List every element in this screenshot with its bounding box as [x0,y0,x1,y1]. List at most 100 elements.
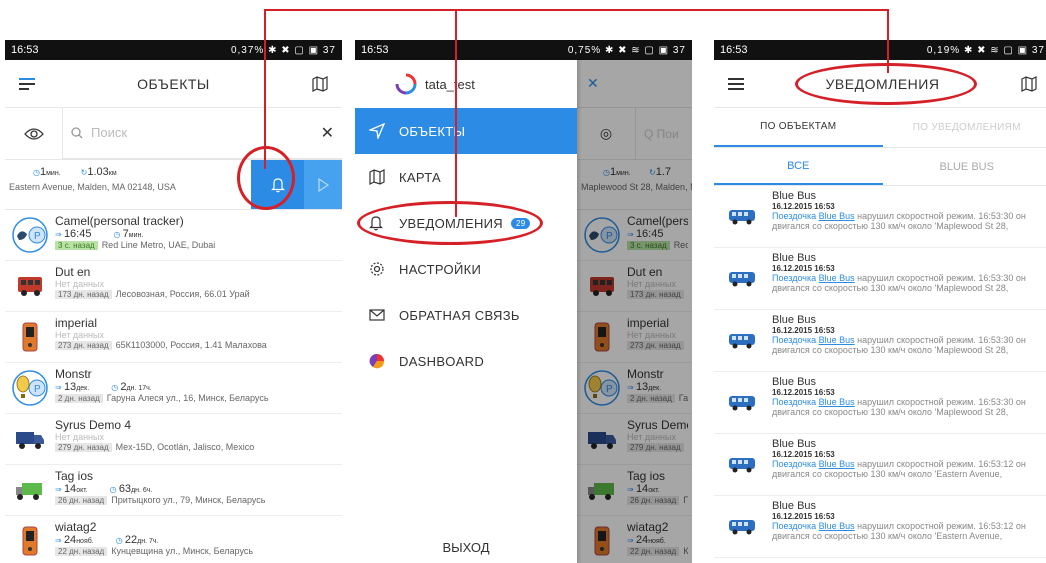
blue-bus-icon [718,252,766,306]
notification-item[interactable]: Blue Bus 16.12.2015 16:53 Поездочка Blue B… [714,186,1046,248]
notification-date: 16.12.2015 16:53 [772,388,835,397]
filter-tabs: ВСЕ BLUE BUS [714,148,1046,186]
notification-message-line2: двигался со скоростью 130 км/ч около 'Ma… [772,407,1009,417]
notification-message: нарушил скоростной режим. 16:53:30 он [854,211,1026,221]
search-input[interactable]: Поиск ✕ [63,108,342,160]
drawer-item-objects[interactable]: ОБЪЕКТЫ [355,108,577,154]
object-list-item[interactable]: Dut en Нет данных 173 дн. назад Лесовозная,… [5,261,342,312]
notification-object: Blue Bus [772,252,817,264]
notification-type: Поездочка [772,273,819,283]
blue-bus-icon [718,376,766,430]
eye-icon[interactable] [5,107,63,160]
bell-icon [270,177,285,192]
object-address: Кунцевщина ул., Минск, Беларусь [111,546,254,556]
object-name: Tag ios [55,469,94,483]
clear-icon[interactable]: ✕ [321,123,334,143]
notifications-button[interactable] [251,160,304,209]
drawer-item-label: ОБРАТНАЯ СВЯЗЬ [399,307,520,323]
object-duration: 63 [118,483,132,495]
notification-date: 16.12.2015 16:53 [772,202,835,211]
object-age-badge: 279 дн. назад [55,443,112,452]
object-list-item[interactable]: P Monstr ⇒ 13дек. ◷ 2дн. 17ч. 2 дн. назад Гар… [5,363,342,414]
play-button[interactable] [304,160,342,209]
tab-blue-bus[interactable]: BLUE BUS [883,148,1046,185]
logout-button[interactable]: ВЫХОД [355,540,577,555]
tab-by-notifications[interactable]: ПО УВЕДОМЛЕНИЯМ [883,108,1046,147]
app-logo-icon [395,73,417,95]
object-list-item[interactable]: imperial Нет данных 273 дн. назад 65К110300… [5,312,342,363]
notification-message-line2: двигался со скоростью 130 км/ч около 'Ea… [772,469,1003,479]
notification-object-link[interactable]: Blue Bus [819,459,855,469]
notification-item[interactable]: Blue Bus 16.12.2015 16:53 Поездочка Blue B… [714,372,1046,434]
tab-by-objects[interactable]: ПО ОБЪЕКТАМ [714,108,883,147]
annotation-top-line [264,9,889,11]
object-address: 65К1103000, Россия, 1.41 Малахова [115,340,267,350]
object-name: Dut en [55,265,91,279]
tab-all[interactable]: ВСЕ [714,148,883,185]
gear-icon [369,261,391,277]
object-list-item[interactable]: Tag ios ⇒ 14окт. ◷ 63дн. 6ч. 26 дн. назад Пр… [5,465,342,516]
drawer-scrim[interactable] [577,60,692,563]
object-last-time: 13 [63,381,77,393]
drawer-item-label: НАСТРОЙКИ [399,261,482,277]
notification-object-link[interactable]: Blue Bus [819,397,855,407]
blue-bus-icon [718,500,766,554]
object-address: Mex-15D, Ocotlán, Jalisco, Mexico [115,442,255,452]
green-truck-icon [9,469,51,511]
notification-message-line2: двигался со скоростью 130 км/ч около 'Ea… [772,531,1003,541]
objects-screen: 16:53 0,37% ✱ ✖ ▢ ▣ 37 ОБЪЕКТЫ Поиск ✕ ◷… [5,40,342,563]
notification-object-link[interactable]: Blue Bus [819,521,855,531]
notification-type: Поездочка [772,211,819,221]
notification-item[interactable]: Blue Bus 16.12.2015 16:53 Поездочка Blue B… [714,496,1046,558]
navigation-arrow-icon [369,123,391,139]
map-icon[interactable] [308,72,332,96]
drawer-menu: ОБЪЕКТЫ КАРТА УВЕДОМЛЕНИЯ 29 НАСТРОЙКИ ОБРАТН… [355,108,577,384]
drawer-item-notifications[interactable]: УВЕДОМЛЕНИЯ 29 [355,200,577,246]
location-summary: ◷1мин. ↻1.03км Eastern Avenue, Malden, M… [5,160,342,210]
notification-item[interactable]: Blue Bus 16.12.2015 16:53 Поездочка Blue B… [714,310,1046,372]
object-age-badge: 22 дн. назад [55,547,108,556]
drawer-screen: 16:53 0,75% ✱ ✖ ≋ ▢ ▣ 37 ✕ ◎ Q Пои ◷1мин… [355,40,692,563]
notification-object: Blue Bus [772,438,817,450]
notification-item[interactable]: Blue Bus 16.12.2015 16:53 Поездочка Blue B… [714,248,1046,310]
bus-icon [9,265,51,307]
object-status: Нет данных [55,279,104,289]
object-list-item[interactable]: wiatag2 ⇒ 24нояб. ◷ 22дн. 7ч. 22 дн. назад К… [5,516,342,563]
drawer-item-label: УВЕДОМЛЕНИЯ [399,215,503,231]
object-list-item[interactable]: P Camel(personal tracker) ⇒ 16:45 ◷ 7мин. 3 … [5,210,342,261]
svg-text:P: P [34,231,41,242]
notification-message-line2: двигался со скоростью 130 км/ч около 'Ma… [772,221,1009,231]
notification-date: 16.12.2015 16:53 [772,450,835,459]
blue-bus-icon [718,314,766,368]
personal-tracker-icon: P [9,214,51,256]
status-time: 16:53 [361,44,389,56]
drawer-item-map[interactable]: КАРТА [355,154,577,200]
map-icon[interactable] [1017,72,1041,96]
phone-device-icon [9,520,51,562]
status-indicators: 0,19% ✱ ✖ ≋ ▢ ▣ 37 [926,44,1045,56]
object-name: Syrus Demo 4 [55,418,132,432]
bell-icon [369,215,391,231]
notification-item[interactable]: Blue Bus 16.12.2015 16:53 Поездочка Blue B… [714,434,1046,496]
object-age-badge: 3 с. назад [55,241,98,250]
blue-bus-icon [718,438,766,492]
notification-tabs: ПО ОБЪЕКТАМ ПО УВЕДОМЛЕНИЯМ [714,108,1046,148]
menu-icon[interactable] [15,72,39,96]
navigation-drawer: tata_test ОБЪЕКТЫ КАРТА УВЕДОМЛЕНИЯ 29 НАСТР… [355,60,577,563]
notification-object-link[interactable]: Blue Bus [819,273,855,283]
notification-object-link[interactable]: Blue Bus [819,211,855,221]
notification-date: 16.12.2015 16:53 [772,264,835,273]
notification-message: нарушил скоростной режим. 16:53:12 он [854,521,1026,531]
object-status: Нет данных [55,330,104,340]
object-address: Притыцкого ул., 79, Минск, Беларусь [111,495,266,505]
notification-object-link[interactable]: Blue Bus [819,335,855,345]
drawer-item-settings[interactable]: НАСТРОЙКИ [355,246,577,292]
drawer-item-feedback[interactable]: ОБРАТНАЯ СВЯЗЬ [355,292,577,338]
notification-date: 16.12.2015 16:53 [772,512,835,521]
object-list-item[interactable]: Syrus Demo 4 Нет данных 279 дн. назад Mex-1… [5,414,342,465]
object-last-time: 24 [63,534,77,546]
object-age-badge: 273 дн. назад [55,341,112,350]
phone-device-icon [9,316,51,358]
drawer-item-dashboard[interactable]: DASHBOARD [355,338,577,384]
menu-icon[interactable] [724,72,748,96]
